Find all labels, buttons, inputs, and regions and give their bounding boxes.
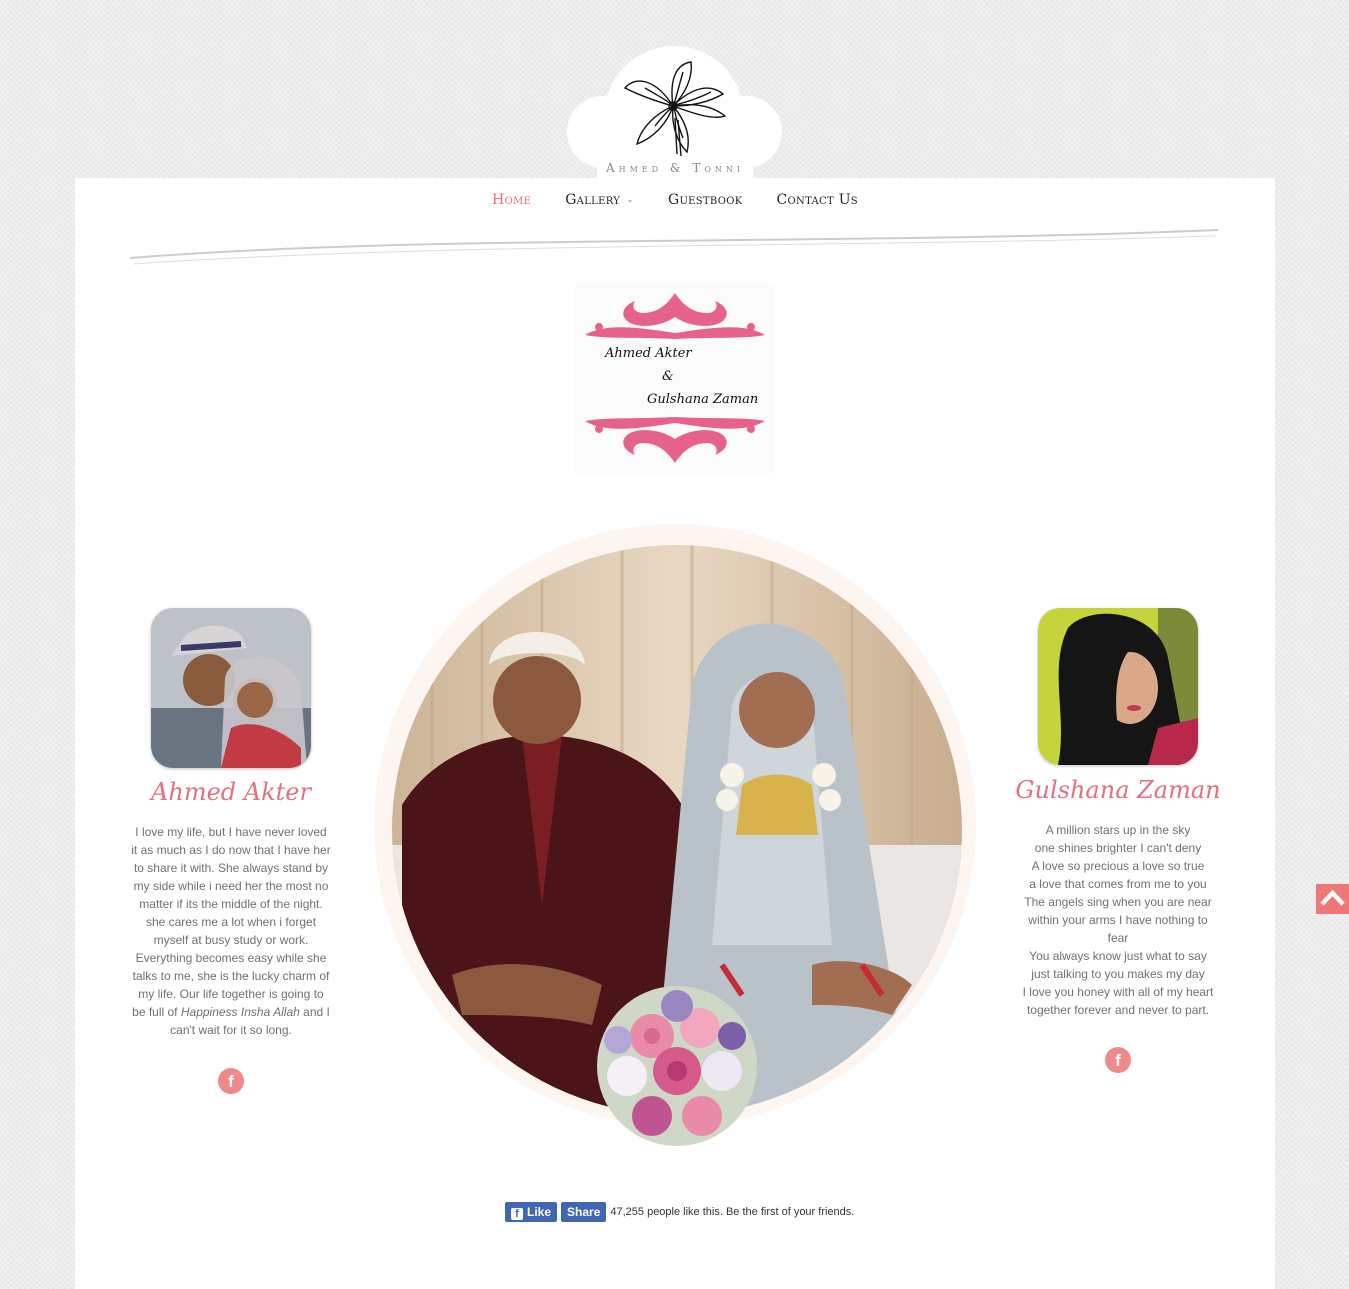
site-logo[interactable]: Ahmed & Tonni (567, 44, 783, 186)
poem-line: one shines brighter I can't deny (1034, 841, 1202, 855)
groom-bio-text: I love my life, but I have never loved i… (131, 825, 331, 1019)
chevron-down-icon: ⌄ (626, 195, 634, 205)
groom-avatar (151, 608, 311, 768)
poem-line: You always know just what to say (1029, 949, 1207, 963)
main-panel: Home Gallery ⌄ Guestbook Contact Us Ahmed… (75, 178, 1275, 1289)
groom-name: Ahmed Akter (151, 778, 311, 806)
fb-like-button[interactable]: f Like (505, 1202, 558, 1222)
poem-line: A love so precious a love so true (1031, 859, 1205, 873)
poem-line: a love that comes from me to you (1029, 877, 1207, 891)
poem-line: within your arms I have nothing to fear (1028, 913, 1208, 945)
fb-share-button[interactable]: Share (561, 1202, 607, 1222)
nav-item-contact-us[interactable]: Contact Us (777, 192, 858, 208)
poem-line: A million stars up in the sky (1045, 823, 1191, 837)
bride-avatar (1038, 608, 1198, 765)
monogram-name-groom: Ahmed Akter (605, 346, 692, 361)
scroll-to-top-button[interactable] (1316, 884, 1349, 914)
nav-item-gallery-label: Gallery (565, 192, 621, 208)
bride-name: Gulshana Zaman (1015, 776, 1221, 804)
groom-bio: I love my life, but I have never loved i… (131, 823, 331, 1039)
flower-logo-icon (623, 61, 727, 157)
groom-facebook-icon[interactable]: f (218, 1068, 244, 1094)
ornament-icon (585, 293, 765, 463)
bride-poem: A million stars up in the sky one shines… (1018, 821, 1218, 1019)
bride-facebook-icon[interactable]: f (1105, 1047, 1131, 1073)
nav-item-guestbook[interactable]: Guestbook (668, 192, 743, 208)
groom-bio-emphasis: Happiness Insha Allah (180, 1005, 300, 1019)
fb-like-label: Like (527, 1205, 552, 1219)
nav-item-gallery[interactable]: Gallery ⌄ (565, 192, 634, 208)
logo-text: Ahmed & Tonni (605, 161, 745, 175)
facebook-like-bar: f Like Share 47,255 people like this. Be th… (505, 1202, 854, 1224)
bouquet-image (597, 986, 757, 1146)
monogram-name-bride: Gulshana Zaman (647, 392, 759, 407)
nav-divider (130, 229, 1219, 265)
poem-line: together forever and never to part. (1026, 1003, 1210, 1017)
monogram-ampersand: & (662, 369, 674, 384)
main-nav: Home Gallery ⌄ Guestbook Contact Us (75, 192, 1275, 208)
poem-line: The angels sing when you are near (1024, 895, 1212, 909)
chevron-up-icon (1320, 889, 1345, 906)
facebook-icon: f (511, 1208, 523, 1220)
monogram-card: Ahmed Akter & Gulshana Zaman (575, 283, 775, 473)
fb-like-count-text: 47,255 people like this. Be the first of… (610, 1206, 855, 1218)
nav-item-home[interactable]: Home (492, 192, 531, 208)
poem-line: I love you honey with all of my heart (1022, 985, 1214, 999)
poem-line: just talking to you makes my day (1031, 967, 1205, 981)
